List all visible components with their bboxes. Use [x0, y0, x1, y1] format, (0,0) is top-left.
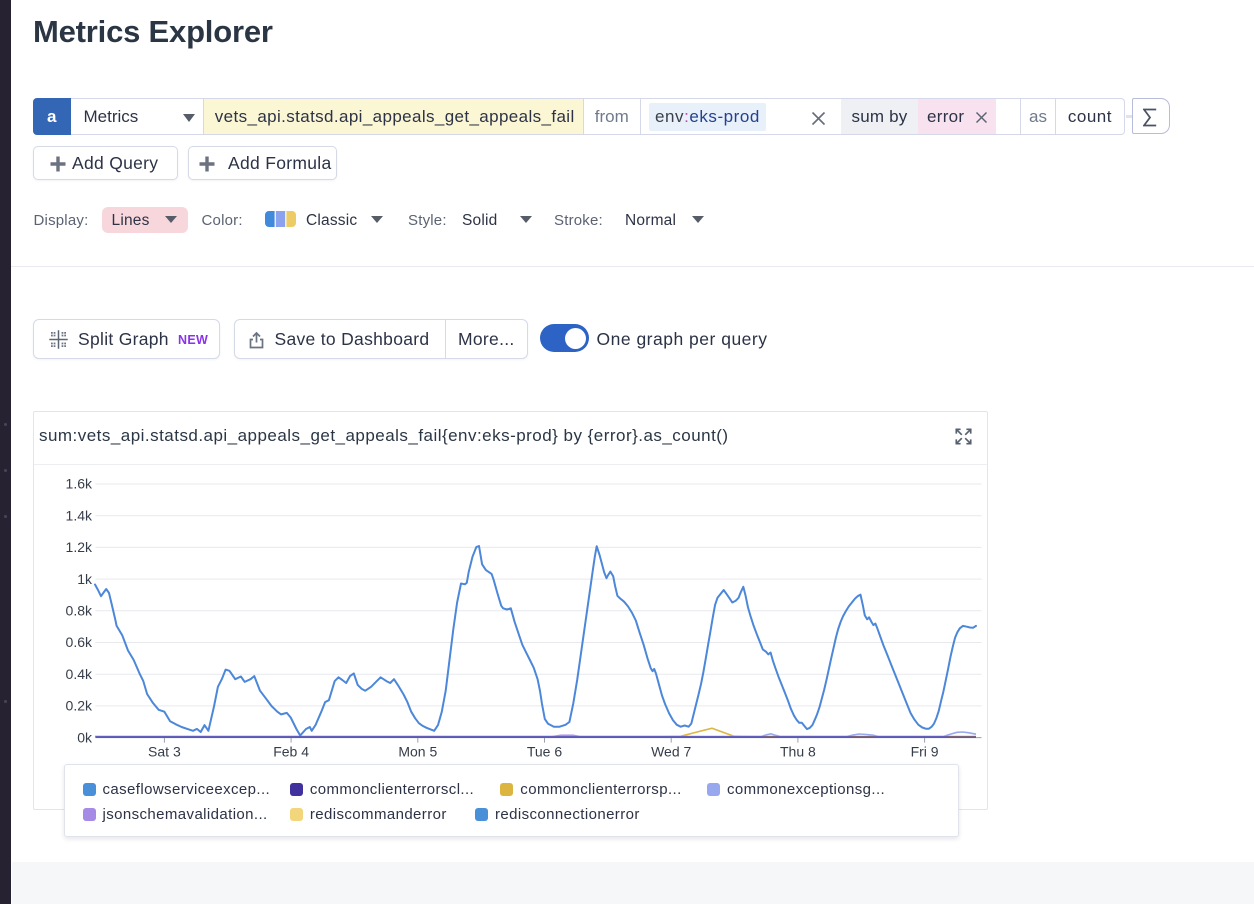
- svg-text:1.6k: 1.6k: [66, 476, 93, 492]
- svg-text:0k: 0k: [77, 729, 93, 745]
- svg-text:0.8k: 0.8k: [66, 603, 93, 619]
- svg-text:0.6k: 0.6k: [66, 634, 93, 650]
- svg-text:Fri 9: Fri 9: [911, 744, 939, 760]
- svg-text:0.4k: 0.4k: [66, 666, 93, 682]
- svg-text:0.2k: 0.2k: [66, 698, 93, 714]
- svg-text:1.4k: 1.4k: [66, 507, 93, 523]
- svg-text:Feb 4: Feb 4: [273, 744, 309, 760]
- svg-text:Tue 6: Tue 6: [527, 744, 562, 760]
- svg-text:Sat 3: Sat 3: [148, 744, 181, 760]
- svg-text:1k: 1k: [77, 571, 93, 587]
- svg-text:Thu 8: Thu 8: [780, 744, 816, 760]
- svg-text:1.2k: 1.2k: [66, 539, 93, 555]
- svg-text:Wed 7: Wed 7: [651, 744, 691, 760]
- svg-text:Mon 5: Mon 5: [398, 744, 437, 760]
